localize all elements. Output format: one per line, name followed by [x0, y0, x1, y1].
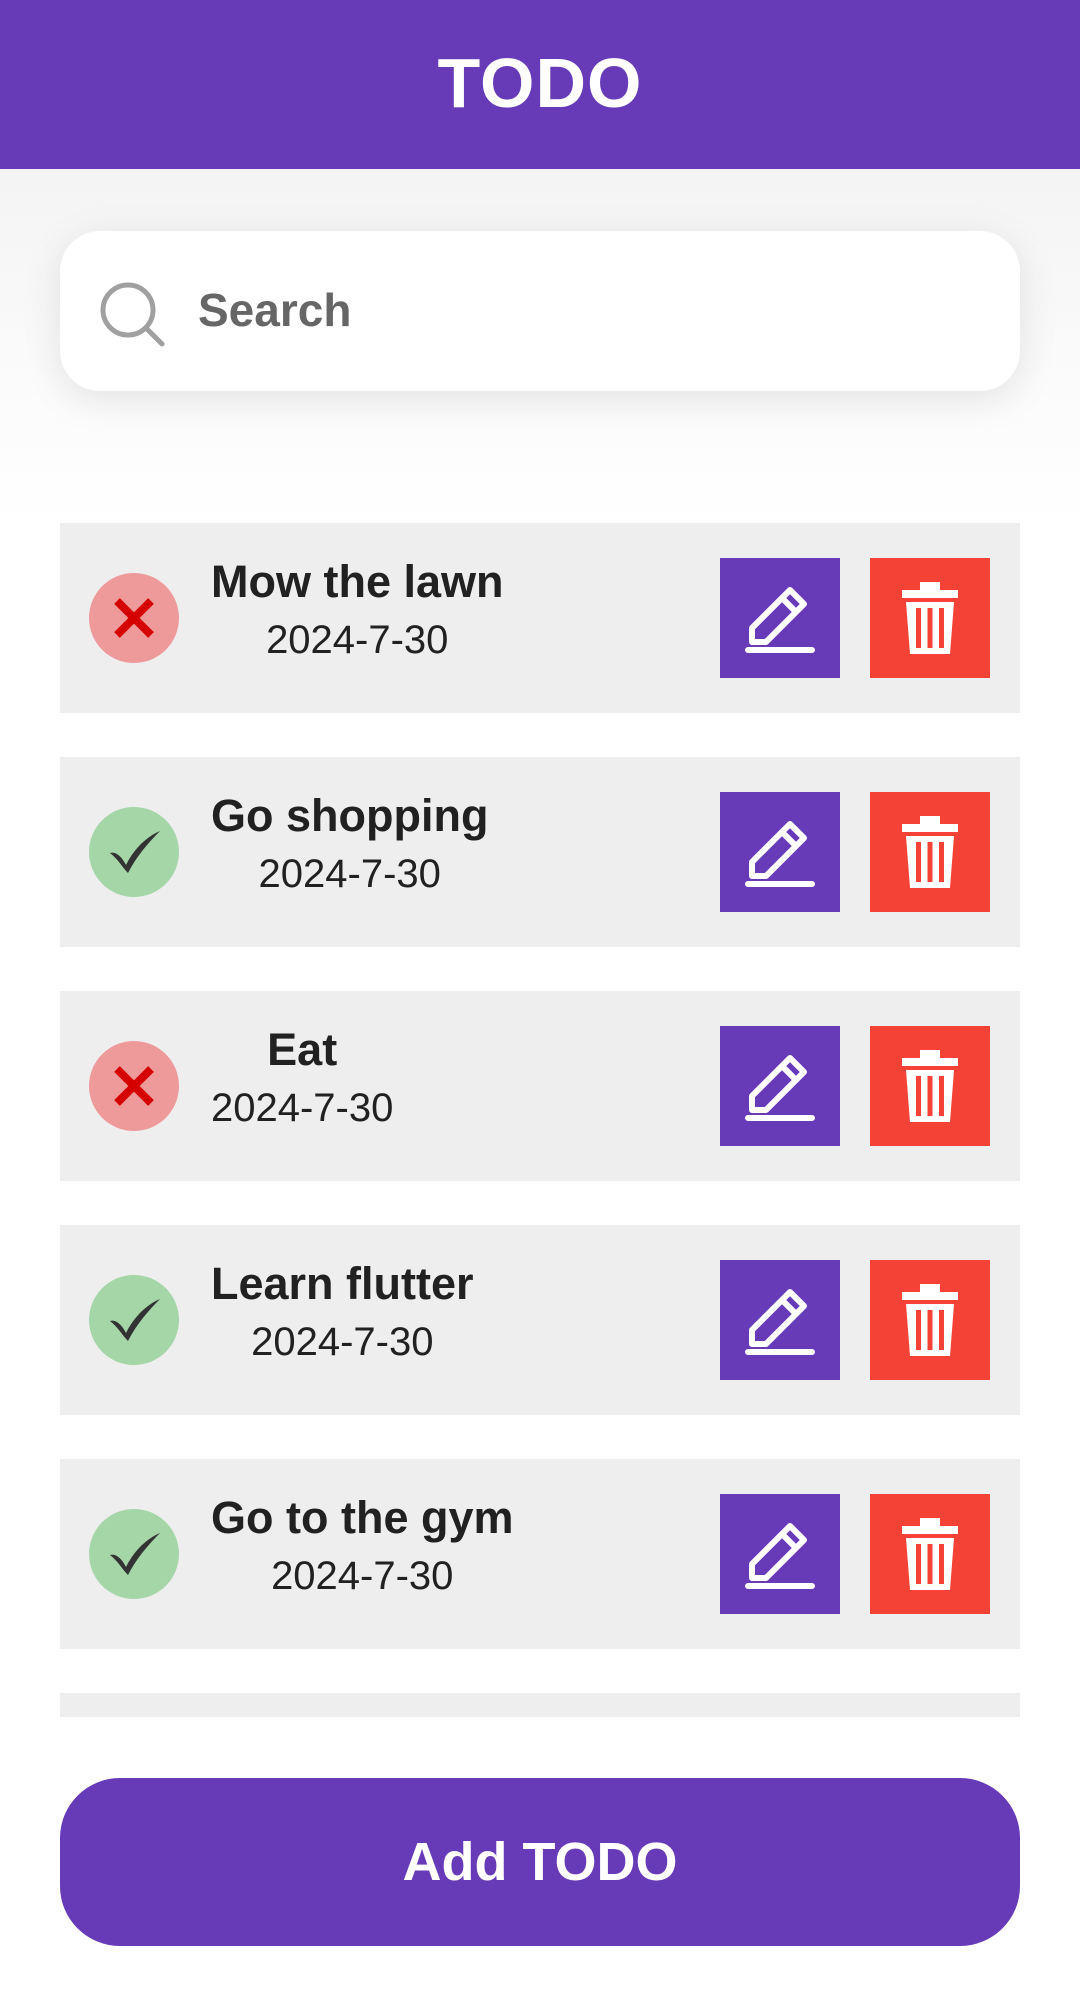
todo-item: Go to the gym 2024-7-30	[60, 1459, 1020, 1649]
check-icon	[110, 1533, 160, 1575]
delete-button[interactable]	[870, 1494, 990, 1614]
add-todo-button[interactable]: Add TODO	[60, 1778, 1020, 1946]
todo-title: Mow the lawn	[211, 556, 504, 607]
trash-icon	[902, 1050, 958, 1122]
search-icon	[100, 282, 165, 347]
todo-text: Go to the gym 2024-7-30	[211, 1489, 514, 1605]
edit-button[interactable]	[720, 1494, 840, 1614]
pencil-icon	[745, 1523, 815, 1589]
todo-date: 2024-7-30	[211, 1086, 394, 1130]
todo-title: Go to the gym	[211, 1492, 514, 1543]
todo-date: 2024-7-30	[258, 852, 441, 896]
todo-item: Mow the lawn 2024-7-30	[60, 523, 1020, 713]
trash-icon	[902, 582, 958, 654]
pencil-icon	[745, 587, 815, 653]
status-done[interactable]	[89, 1275, 179, 1365]
edit-button[interactable]	[720, 1026, 840, 1146]
status-done[interactable]	[89, 1509, 179, 1599]
edit-button[interactable]	[720, 792, 840, 912]
todo-date: 2024-7-30	[271, 1554, 454, 1598]
todo-date: 2024-7-30	[251, 1320, 434, 1364]
todo-title: Eat	[267, 1024, 338, 1075]
delete-button[interactable]	[870, 792, 990, 912]
todo-title: Go shopping	[211, 790, 489, 841]
trash-icon	[902, 1518, 958, 1590]
todo-item: Go shopping 2024-7-30	[60, 757, 1020, 947]
todo-item: Learn flutter 2024-7-30	[60, 1225, 1020, 1415]
edit-button[interactable]	[720, 1260, 840, 1380]
app-title: TODO	[437, 43, 643, 122]
trash-icon	[902, 816, 958, 888]
todo-title: Learn flutter	[211, 1258, 474, 1309]
todo-text: Eat 2024-7-30	[211, 1021, 393, 1137]
delete-button[interactable]	[870, 558, 990, 678]
pencil-icon	[745, 1289, 815, 1355]
status-not-done[interactable]	[89, 1041, 179, 1131]
check-icon	[110, 1299, 160, 1341]
todo-text: Go shopping 2024-7-30	[211, 787, 488, 903]
todo-text: Mow the lawn 2024-7-30	[211, 553, 504, 669]
status-done[interactable]	[89, 807, 179, 897]
delete-button[interactable]	[870, 1260, 990, 1380]
edit-button[interactable]	[720, 558, 840, 678]
todo-item-partial	[60, 1693, 1020, 1717]
cross-icon	[114, 598, 154, 638]
app-bar: TODO	[0, 0, 1080, 169]
trash-icon	[902, 1284, 958, 1356]
pencil-icon	[745, 1055, 815, 1121]
todo-text: Learn flutter 2024-7-30	[211, 1255, 474, 1371]
cross-icon	[114, 1066, 154, 1106]
todo-date: 2024-7-30	[266, 618, 449, 662]
delete-button[interactable]	[870, 1026, 990, 1146]
search-input[interactable]	[196, 266, 980, 354]
todo-item: Eat 2024-7-30	[60, 991, 1020, 1181]
check-icon	[110, 831, 160, 873]
pencil-icon	[745, 821, 815, 887]
todo-list: Mow the lawn 2024-7-30 Go shopping 2024-…	[60, 523, 1020, 1717]
status-not-done[interactable]	[89, 573, 179, 663]
